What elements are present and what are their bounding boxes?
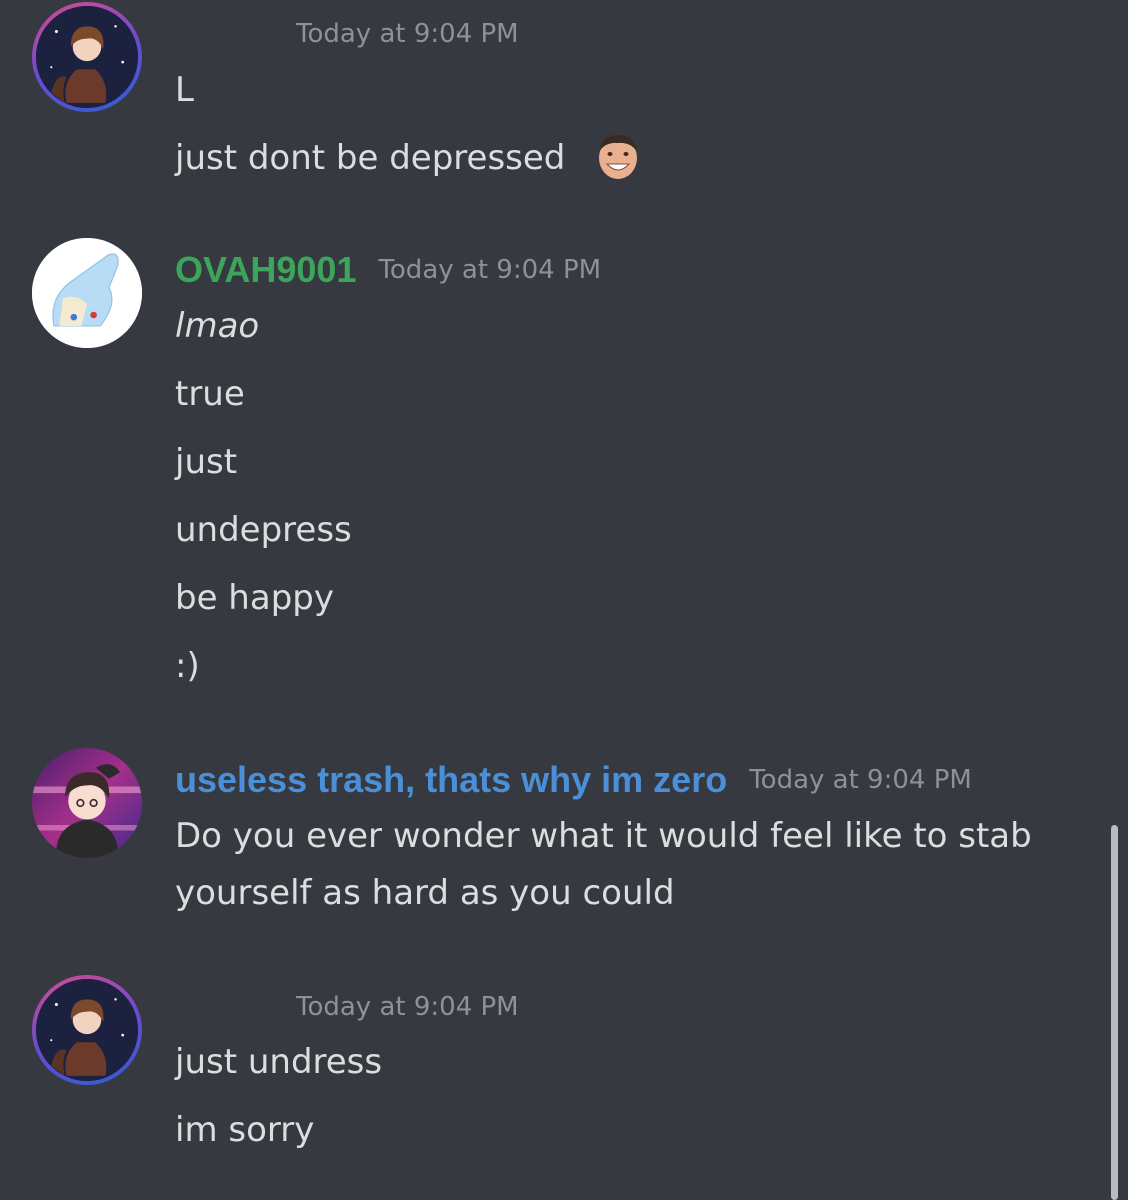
avatar-girl-image <box>36 6 138 108</box>
message-text: lmao <box>175 306 260 346</box>
message-text: im sorry <box>175 1110 315 1150</box>
user-avatar[interactable] <box>32 748 142 858</box>
username[interactable]: useless trash, thats why im zero <box>175 759 727 801</box>
message-timestamp: Today at 9:04 PM <box>296 992 519 1022</box>
user-avatar[interactable] <box>32 2 142 112</box>
chat-messages: Today at 9:04 PM L just dont be depresse… <box>0 0 1128 1200</box>
message-text: just <box>175 442 238 482</box>
message-text: L <box>175 70 194 110</box>
message-timestamp: Today at 9:04 PM <box>296 19 519 49</box>
avatar-blue-creature-image <box>32 238 142 348</box>
message-text: :) <box>175 646 200 686</box>
user-avatar[interactable] <box>32 975 142 1085</box>
message-text: Do you ever wonder what it would feel li… <box>175 816 1032 913</box>
message-header: OVAH9001 Today at 9:04 PM <box>175 248 601 292</box>
grinning-man-face-emoji <box>599 135 637 179</box>
scrollbar[interactable] <box>1111 825 1118 1200</box>
message-text: undepress <box>175 510 352 550</box>
message-text: be happy <box>175 578 334 618</box>
message-text: true <box>175 374 245 414</box>
user-avatar[interactable] <box>32 238 142 348</box>
message-timestamp: Today at 9:04 PM <box>378 255 602 285</box>
avatar-girl-image <box>36 979 138 1081</box>
message-text: just undress <box>175 1042 383 1082</box>
username[interactable]: OVAH9001 <box>175 249 356 291</box>
message-timestamp: Today at 9:04 PM <box>749 765 972 795</box>
avatar-hooded-boy-image <box>32 748 142 858</box>
message-text: just dont be depressed <box>175 138 566 178</box>
message-header: useless trash, thats why im zero Today a… <box>175 758 972 802</box>
